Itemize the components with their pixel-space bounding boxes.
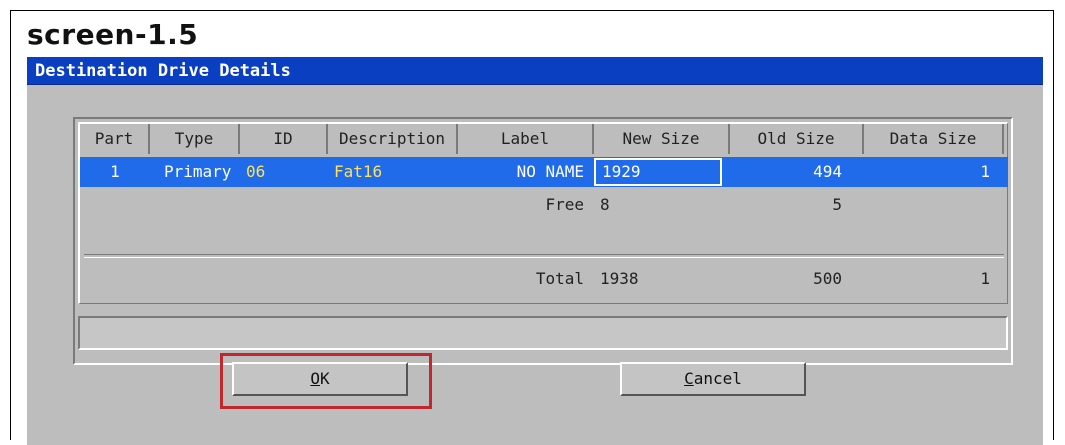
table-header: Part Type ID Description Label New Size … xyxy=(80,124,1008,154)
cell-label: NO NAME xyxy=(516,162,584,181)
cell-data-size: 1 xyxy=(980,162,990,181)
cancel-button[interactable]: Cancel xyxy=(620,362,806,396)
total-label: Total xyxy=(535,269,584,288)
cancel-mnemonic: C xyxy=(684,369,694,388)
free-label: Free xyxy=(545,195,584,214)
column-header-label[interactable]: Label xyxy=(458,124,594,154)
total-data-size: 1 xyxy=(980,269,990,288)
total-row: Total 1938 500 1 xyxy=(80,264,1008,294)
total-new-size: 1938 xyxy=(600,269,639,288)
free-new-size: 8 xyxy=(600,195,610,214)
free-old-size: 5 xyxy=(832,195,842,214)
total-old-size: 500 xyxy=(813,269,842,288)
cancel-label: ancel xyxy=(693,369,742,388)
partition-panel: Part Type ID Description Label New Size … xyxy=(73,117,1013,365)
figure-caption: screen-1.5 xyxy=(27,18,199,51)
column-header-type[interactable]: Type xyxy=(150,124,240,154)
destination-drive-details-dialog: Destination Drive Details Part Type ID D… xyxy=(27,57,1043,445)
cell-type: Primary xyxy=(164,162,232,181)
new-size-input[interactable]: 1929 xyxy=(594,158,722,186)
ok-highlight-box xyxy=(220,353,432,409)
column-header-data-size[interactable]: Data Size xyxy=(864,124,1004,154)
column-header-old-size[interactable]: Old Size xyxy=(730,124,864,154)
free-space-row: Free 8 5 xyxy=(80,190,1008,220)
column-header-new-size[interactable]: New Size xyxy=(594,124,730,154)
cell-id: 06 xyxy=(246,162,266,181)
cell-part: 1 xyxy=(110,162,120,181)
partition-table: Part Type ID Description Label New Size … xyxy=(78,122,1008,304)
column-header-description[interactable]: Description xyxy=(328,124,458,154)
column-header-id[interactable]: ID xyxy=(240,124,328,154)
column-header-part[interactable]: Part xyxy=(80,124,150,154)
total-separator xyxy=(84,254,1004,258)
dialog-titlebar: Destination Drive Details xyxy=(27,57,1043,85)
status-bar xyxy=(78,316,1008,350)
cell-old-size: 494 xyxy=(813,162,842,181)
table-row-partition-1[interactable]: 1 Primary 06 Fat16 NO NAME 1929 494 1 xyxy=(80,157,1008,187)
cell-description: Fat16 xyxy=(334,162,383,181)
